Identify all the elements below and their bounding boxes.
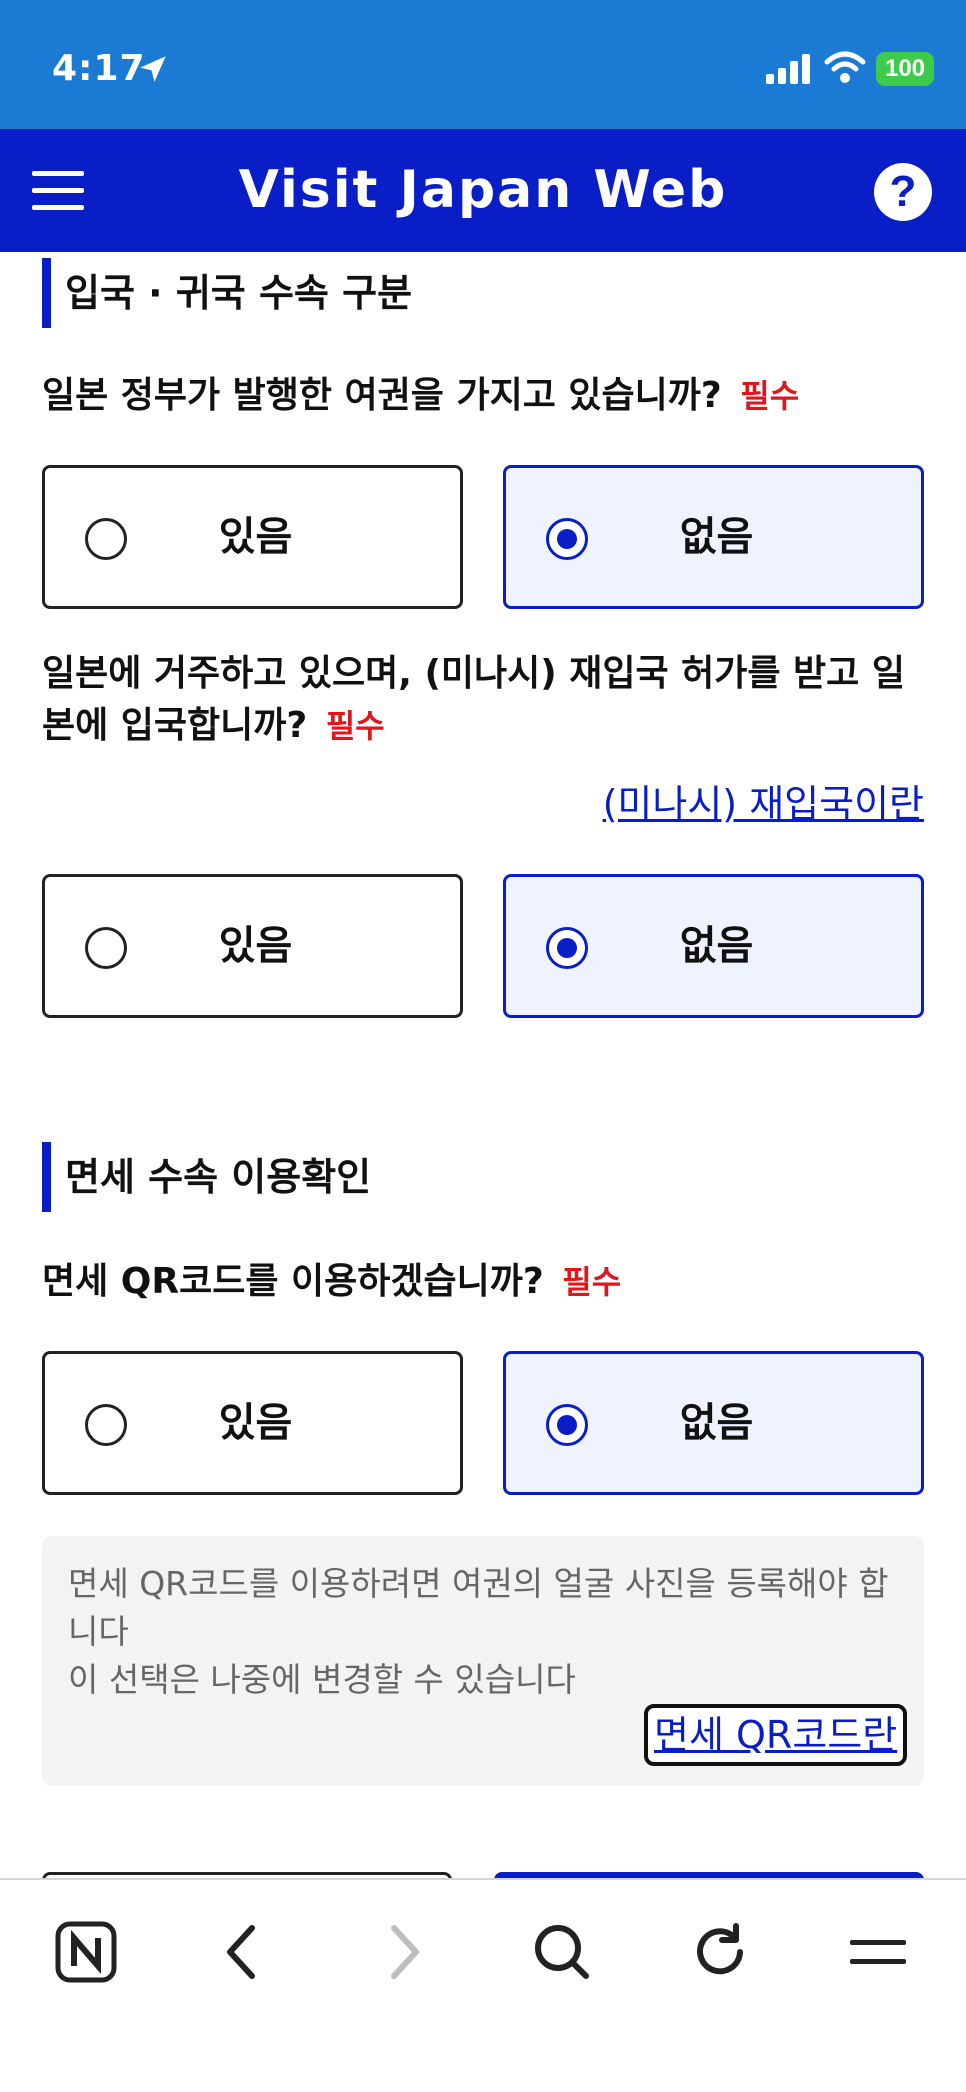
- option-label: 없음: [679, 1400, 754, 1446]
- question-tax-free-qr: 면세 QR코드를 이용하겠습니까? 필수: [42, 1256, 924, 1308]
- question-reentry-permit: 일본에 거주하고 있으며, (미나시) 재입국 허가를 받고 일본에 입국합니까…: [42, 648, 924, 752]
- section-title-tax-free: 면세 수속 이용확인: [42, 1142, 371, 1212]
- required-badge: 필수: [562, 1263, 622, 1301]
- menu-icon[interactable]: [838, 1912, 918, 1992]
- section-title-entry-type: 입국 · 귀국 수속 구분: [42, 258, 412, 328]
- info-line-1: 면세 QR코드를 이용하려면 여권의 얼굴 사진을 등록해야 합니다: [68, 1564, 889, 1651]
- wifi-icon: [824, 51, 866, 83]
- question-text: 일본에 거주하고 있으며, (미나시) 재입국 허가를 받고 일본에 입국합니까…: [42, 653, 905, 746]
- tax-free-qr-info-link[interactable]: 면세 QR코드란: [644, 1704, 908, 1766]
- option-label: 있음: [218, 514, 293, 560]
- option-label: 없음: [679, 514, 754, 560]
- reload-icon[interactable]: [680, 1912, 760, 1992]
- option-label: 있음: [218, 923, 293, 969]
- q3-option-yes[interactable]: 있음: [42, 1351, 463, 1495]
- forward-icon: [391, 1925, 419, 1979]
- status-bar: 4:17 100: [0, 0, 966, 129]
- q2-option-yes[interactable]: 있음: [42, 874, 463, 1018]
- search-icon[interactable]: [522, 1912, 602, 1992]
- help-icon[interactable]: ?: [874, 163, 932, 221]
- option-label: 있음: [218, 1400, 293, 1446]
- q3-option-no[interactable]: 없음: [503, 1351, 924, 1495]
- status-time: 4:17: [52, 48, 146, 89]
- location-arrow-icon: [140, 56, 166, 82]
- app-title: Visit Japan Web: [238, 160, 728, 220]
- battery-icon: 100: [876, 52, 934, 86]
- naver-home-icon[interactable]: [46, 1912, 126, 1992]
- question-text: 면세 QR코드를 이용하겠습니까?: [42, 1261, 544, 1302]
- q1-option-yes[interactable]: 있음: [42, 465, 463, 609]
- required-badge: 필수: [740, 377, 800, 415]
- browser-toolbar: [0, 1878, 966, 2092]
- question-text: 일본 정부가 발행한 여권을 가지고 있습니까?: [42, 375, 722, 416]
- info-text: 면세 QR코드를 이용하려면 여권의 얼굴 사진을 등록해야 합니다 이 선택은…: [68, 1560, 908, 1704]
- app-header: Visit Japan Web ?: [0, 129, 966, 252]
- question-japanese-passport: 일본 정부가 발행한 여권을 가지고 있습니까? 필수: [42, 370, 924, 422]
- q2-option-no[interactable]: 없음: [503, 874, 924, 1018]
- cellular-signal-icon: [766, 54, 810, 84]
- back-icon[interactable]: [204, 1912, 284, 1992]
- tax-free-info-box: 면세 QR코드를 이용하려면 여권의 얼굴 사진을 등록해야 합니다 이 선택은…: [42, 1536, 924, 1786]
- info-line-2: 이 선택은 나중에 변경할 수 있습니다: [68, 1660, 576, 1699]
- option-label: 없음: [679, 923, 754, 969]
- required-badge: 필수: [325, 707, 385, 745]
- q1-option-no[interactable]: 없음: [503, 465, 924, 609]
- reentry-info-link[interactable]: (미나시) 재입국이란: [603, 778, 924, 830]
